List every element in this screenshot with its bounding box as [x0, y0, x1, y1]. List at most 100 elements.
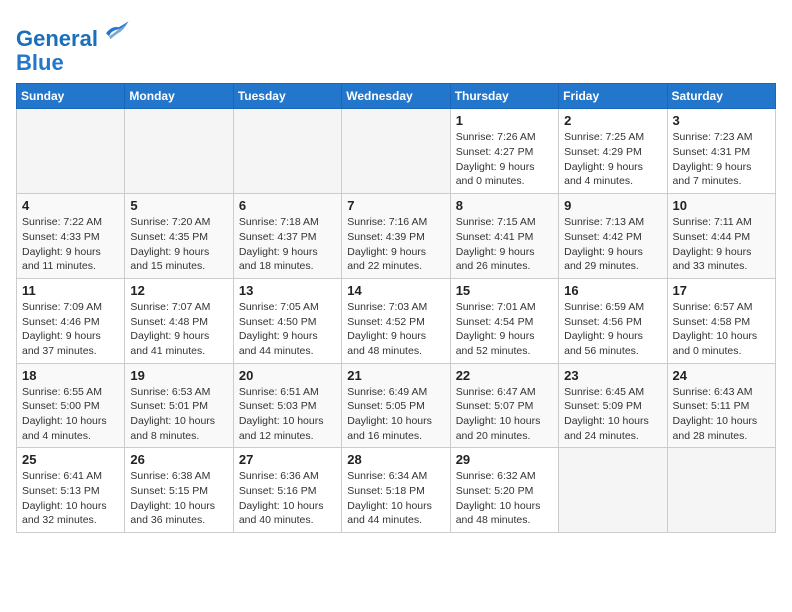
day-info: Sunrise: 6:53 AM Sunset: 5:01 PM Dayligh…: [130, 385, 227, 444]
calendar-cell: 8Sunrise: 7:15 AM Sunset: 4:41 PM Daylig…: [450, 194, 558, 279]
day-number: 1: [456, 113, 553, 128]
calendar-week-row: 4 Sunrise: 7:22 AM Sunset: 4:33 PM Daylig…: [17, 194, 776, 279]
calendar-cell: 10 Sunrise: 7:11 AM Sunset: 4:44 PM Dayli…: [667, 194, 775, 279]
calendar-cell: 4 Sunrise: 7:22 AM Sunset: 4:33 PM Daylig…: [17, 194, 125, 279]
calendar-cell: 24Sunrise: 6:43 AM Sunset: 5:11 PM Dayli…: [667, 363, 775, 448]
calendar-cell: 23 Sunrise: 6:45 AM Sunset: 5:09 PM Dayli…: [559, 363, 667, 448]
calendar-cell: [559, 448, 667, 533]
day-number: 4: [22, 198, 119, 213]
calendar-cell: 9 Sunrise: 7:13 AM Sunset: 4:42 PM Daylig…: [559, 194, 667, 279]
day-info: Sunrise: 7:16 AM Sunset: 4:39 PM Dayligh…: [347, 215, 444, 274]
calendar-cell: 11 Sunrise: 7:09 AM Sunset: 4:46 PM Dayli…: [17, 278, 125, 363]
day-number: 23: [564, 368, 661, 383]
calendar-cell: 26Sunrise: 6:38 AM Sunset: 5:15 PM Dayli…: [125, 448, 233, 533]
day-info: Sunrise: 7:18 AM Sunset: 4:37 PM Dayligh…: [239, 215, 336, 274]
day-number: 28: [347, 452, 444, 467]
day-number: 2: [564, 113, 661, 128]
calendar-cell: 7 Sunrise: 7:16 AM Sunset: 4:39 PM Daylig…: [342, 194, 450, 279]
calendar-cell: 28 Sunrise: 6:34 AM Sunset: 5:18 PM Dayli…: [342, 448, 450, 533]
calendar-week-row: 25 Sunrise: 6:41 AM Sunset: 5:13 PM Dayli…: [17, 448, 776, 533]
day-number: 21: [347, 368, 444, 383]
day-number: 14: [347, 283, 444, 298]
weekday-header-friday: Friday: [559, 84, 667, 109]
day-info: Sunrise: 7:23 AM Sunset: 4:31 PM Dayligh…: [673, 130, 770, 189]
day-info: Sunrise: 6:47 AM Sunset: 5:07 PM Dayligh…: [456, 385, 553, 444]
day-info: Sunrise: 7:13 AM Sunset: 4:42 PM Dayligh…: [564, 215, 661, 274]
calendar-week-row: 18 Sunrise: 6:55 AM Sunset: 5:00 PM Dayli…: [17, 363, 776, 448]
calendar-cell: 6 Sunrise: 7:18 AM Sunset: 4:37 PM Daylig…: [233, 194, 341, 279]
day-number: 27: [239, 452, 336, 467]
logo: General Blue: [16, 16, 130, 75]
calendar-cell: 21 Sunrise: 6:49 AM Sunset: 5:05 PM Dayli…: [342, 363, 450, 448]
calendar-cell: 2 Sunrise: 7:25 AM Sunset: 4:29 PM Daylig…: [559, 109, 667, 194]
calendar-cell: 1 Sunrise: 7:26 AM Sunset: 4:27 PM Daylig…: [450, 109, 558, 194]
weekday-header-thursday: Thursday: [450, 84, 558, 109]
calendar-table: SundayMondayTuesdayWednesdayThursdayFrid…: [16, 83, 776, 533]
day-info: Sunrise: 6:51 AM Sunset: 5:03 PM Dayligh…: [239, 385, 336, 444]
weekday-header-saturday: Saturday: [667, 84, 775, 109]
day-info: Sunrise: 6:55 AM Sunset: 5:00 PM Dayligh…: [22, 385, 119, 444]
calendar-cell: 12 Sunrise: 7:07 AM Sunset: 4:48 PM Dayli…: [125, 278, 233, 363]
calendar-week-row: 11 Sunrise: 7:09 AM Sunset: 4:46 PM Dayli…: [17, 278, 776, 363]
day-info: Sunrise: 6:45 AM Sunset: 5:09 PM Dayligh…: [564, 385, 661, 444]
day-info: Sunrise: 6:49 AM Sunset: 5:05 PM Dayligh…: [347, 385, 444, 444]
day-info: Sunrise: 6:38 AM Sunset: 5:15 PM Dayligh…: [130, 469, 227, 528]
calendar-header-row: SundayMondayTuesdayWednesdayThursdayFrid…: [17, 84, 776, 109]
page-header: General Blue: [16, 16, 776, 75]
day-number: 16: [564, 283, 661, 298]
day-number: 7: [347, 198, 444, 213]
day-number: 11: [22, 283, 119, 298]
day-number: 18: [22, 368, 119, 383]
weekday-header-tuesday: Tuesday: [233, 84, 341, 109]
logo-bird-icon: [100, 16, 130, 46]
calendar-cell: 17 Sunrise: 6:57 AM Sunset: 4:58 PM Dayli…: [667, 278, 775, 363]
day-number: 29: [456, 452, 553, 467]
day-number: 3: [673, 113, 770, 128]
day-info: Sunrise: 7:09 AM Sunset: 4:46 PM Dayligh…: [22, 300, 119, 359]
calendar-cell: 19 Sunrise: 6:53 AM Sunset: 5:01 PM Dayli…: [125, 363, 233, 448]
calendar-cell: 15 Sunrise: 7:01 AM Sunset: 4:54 PM Dayli…: [450, 278, 558, 363]
logo-text2: Blue: [16, 51, 130, 75]
calendar-cell: [125, 109, 233, 194]
day-info: Sunrise: 6:59 AM Sunset: 4:56 PM Dayligh…: [564, 300, 661, 359]
day-number: 19: [130, 368, 227, 383]
calendar-cell: [233, 109, 341, 194]
day-number: 20: [239, 368, 336, 383]
day-info: Sunrise: 7:20 AM Sunset: 4:35 PM Dayligh…: [130, 215, 227, 274]
day-info: Sunrise: 6:41 AM Sunset: 5:13 PM Dayligh…: [22, 469, 119, 528]
day-number: 13: [239, 283, 336, 298]
day-number: 6: [239, 198, 336, 213]
day-info: Sunrise: 6:34 AM Sunset: 5:18 PM Dayligh…: [347, 469, 444, 528]
day-number: 15: [456, 283, 553, 298]
day-number: 17: [673, 283, 770, 298]
day-info: Sunrise: 6:57 AM Sunset: 4:58 PM Dayligh…: [673, 300, 770, 359]
day-info: Sunrise: 7:15 AM Sunset: 4:41 PM Dayligh…: [456, 215, 553, 274]
day-info: Sunrise: 7:01 AM Sunset: 4:54 PM Dayligh…: [456, 300, 553, 359]
calendar-cell: 20 Sunrise: 6:51 AM Sunset: 5:03 PM Dayli…: [233, 363, 341, 448]
day-number: 25: [22, 452, 119, 467]
calendar-cell: [342, 109, 450, 194]
weekday-header-monday: Monday: [125, 84, 233, 109]
calendar-cell: [667, 448, 775, 533]
day-number: 10: [673, 198, 770, 213]
day-info: Sunrise: 7:07 AM Sunset: 4:48 PM Dayligh…: [130, 300, 227, 359]
calendar-cell: 27Sunrise: 6:36 AM Sunset: 5:16 PM Dayli…: [233, 448, 341, 533]
calendar-cell: 18 Sunrise: 6:55 AM Sunset: 5:00 PM Dayli…: [17, 363, 125, 448]
day-number: 22: [456, 368, 553, 383]
calendar-cell: 22 Sunrise: 6:47 AM Sunset: 5:07 PM Dayli…: [450, 363, 558, 448]
calendar-cell: 16 Sunrise: 6:59 AM Sunset: 4:56 PM Dayli…: [559, 278, 667, 363]
day-info: Sunrise: 7:05 AM Sunset: 4:50 PM Dayligh…: [239, 300, 336, 359]
day-info: Sunrise: 7:22 AM Sunset: 4:33 PM Dayligh…: [22, 215, 119, 274]
day-info: Sunrise: 6:32 AM Sunset: 5:20 PM Dayligh…: [456, 469, 553, 528]
day-info: Sunrise: 7:03 AM Sunset: 4:52 PM Dayligh…: [347, 300, 444, 359]
logo-text: General: [16, 16, 130, 51]
day-number: 9: [564, 198, 661, 213]
day-info: Sunrise: 7:25 AM Sunset: 4:29 PM Dayligh…: [564, 130, 661, 189]
day-info: Sunrise: 7:11 AM Sunset: 4:44 PM Dayligh…: [673, 215, 770, 274]
calendar-cell: [17, 109, 125, 194]
day-number: 5: [130, 198, 227, 213]
calendar-cell: 5 Sunrise: 7:20 AM Sunset: 4:35 PM Daylig…: [125, 194, 233, 279]
day-number: 12: [130, 283, 227, 298]
day-info: Sunrise: 7:26 AM Sunset: 4:27 PM Dayligh…: [456, 130, 553, 189]
weekday-header-wednesday: Wednesday: [342, 84, 450, 109]
